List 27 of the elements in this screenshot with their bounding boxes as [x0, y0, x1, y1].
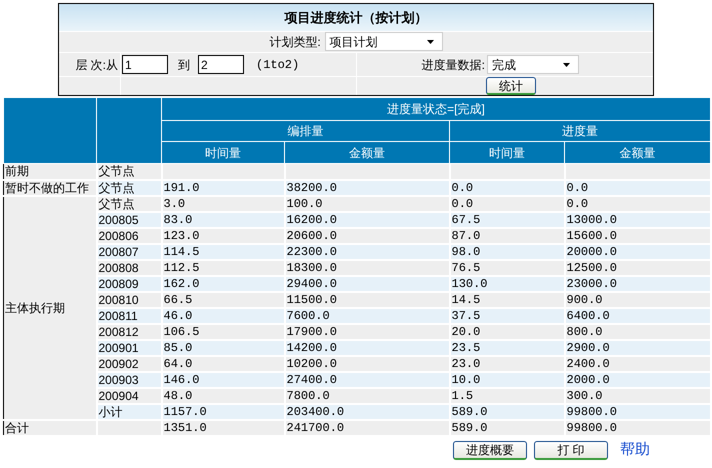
header-cell: 金额量: [564, 142, 710, 164]
dropdown-caret-icon: [426, 40, 434, 44]
dropdown-field[interactable]: 完成: [487, 55, 579, 74]
help-link[interactable]: 帮助: [620, 439, 650, 462]
header-cell: 编排量: [162, 120, 450, 142]
header-cell: 进度量状态=[完成]: [162, 98, 710, 120]
dropdown-field[interactable]: 项目计划: [324, 32, 443, 52]
table-cell: 前期: [4, 164, 96, 180]
submit-button[interactable]: 统计: [486, 77, 536, 95]
field-label: 层 次:从: [75, 56, 118, 74]
header-cell: [96, 98, 162, 164]
header-cell: 时间量: [450, 142, 564, 164]
to-input[interactable]: 2: [198, 55, 244, 74]
header-cell: 进度量: [450, 120, 710, 142]
table-cell: 主体执行期: [4, 196, 96, 420]
action-button[interactable]: 进度概要: [453, 440, 527, 460]
from-input[interactable]: 1: [122, 55, 168, 74]
table-cell: 父节点: [96, 164, 162, 180]
field-label: 计划类型:: [269, 34, 321, 51]
form-title: 项目进度统计（按计划）: [284, 8, 428, 27]
field-label: 到: [178, 56, 190, 74]
header-cell: 时间量: [162, 142, 284, 164]
action-button[interactable]: 打 印: [534, 440, 608, 460]
field-label: 进度量数据:: [422, 56, 485, 74]
header-cell: 金额量: [284, 142, 450, 164]
range-hint: (1to2): [256, 56, 300, 74]
dropdown-caret-icon: [563, 62, 570, 67]
